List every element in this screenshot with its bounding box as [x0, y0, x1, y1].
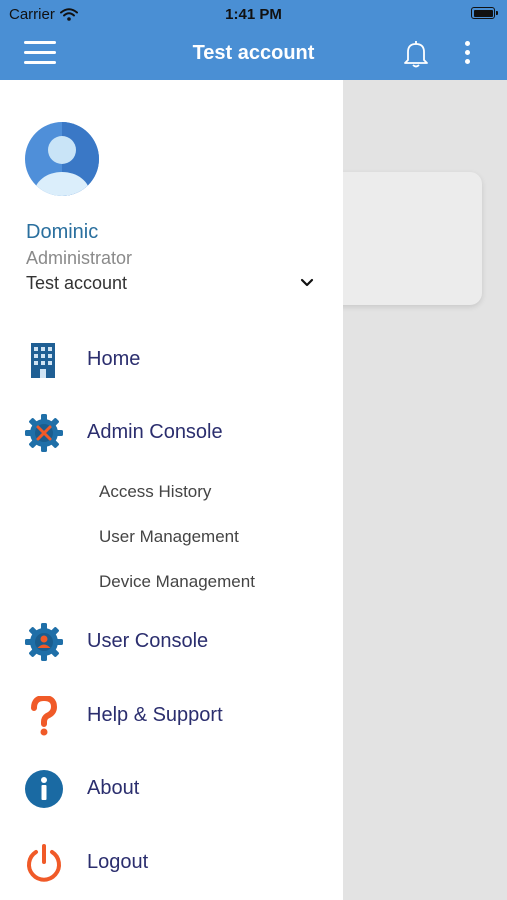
page-title: Test account	[192, 42, 315, 64]
menu-item-label: Help & Support	[87, 704, 223, 726]
menu-item-label: Home	[87, 348, 141, 370]
building-icon	[24, 340, 64, 380]
submenu-item-label: Device Management	[99, 572, 255, 591]
menu-item-logout[interactable]: Logout	[0, 835, 343, 891]
admin-gear-icon	[24, 413, 64, 453]
question-mark-icon	[24, 695, 64, 736]
menu-item-label: About	[87, 777, 140, 799]
menu-item-admin-console[interactable]: Admin Console	[0, 405, 343, 461]
status-time: 1:41 PM	[225, 6, 282, 23]
more-options-icon[interactable]	[460, 41, 474, 65]
info-icon	[24, 769, 64, 809]
menu-item-user-console[interactable]: User Console	[0, 614, 343, 670]
menu-item-help-support[interactable]: Help & Support	[0, 688, 343, 744]
power-icon	[24, 843, 64, 883]
user-gear-icon	[24, 622, 64, 662]
bell-icon[interactable]	[402, 39, 430, 69]
status-bar: Carrier 1:41 PM	[0, 0, 507, 28]
menu-item-label: Logout	[87, 851, 149, 873]
user-role: Administrator	[26, 248, 133, 268]
account-selector[interactable]: Test account	[26, 273, 318, 299]
account-name: Test account	[26, 273, 128, 293]
navigation-drawer: Dominic Administrator Test account Home	[0, 80, 343, 900]
menu-item-home[interactable]: Home	[0, 332, 343, 388]
nav-bar: Test account	[0, 28, 507, 80]
user-name: Dominic	[26, 221, 99, 243]
submenu-item-label: Access History	[99, 482, 212, 501]
submenu-item-device-management[interactable]: Device Management	[0, 565, 343, 601]
submenu-item-user-management[interactable]: User Management	[0, 520, 343, 556]
avatar	[25, 122, 99, 196]
menu-item-about[interactable]: About	[0, 761, 343, 817]
chevron-down-icon	[300, 278, 314, 287]
menu-item-label: User Console	[87, 630, 209, 652]
submenu-item-access-history[interactable]: Access History	[0, 475, 343, 511]
battery-icon	[471, 7, 498, 19]
submenu-item-label: User Management	[99, 527, 239, 546]
menu-item-label: Admin Console	[87, 421, 223, 443]
